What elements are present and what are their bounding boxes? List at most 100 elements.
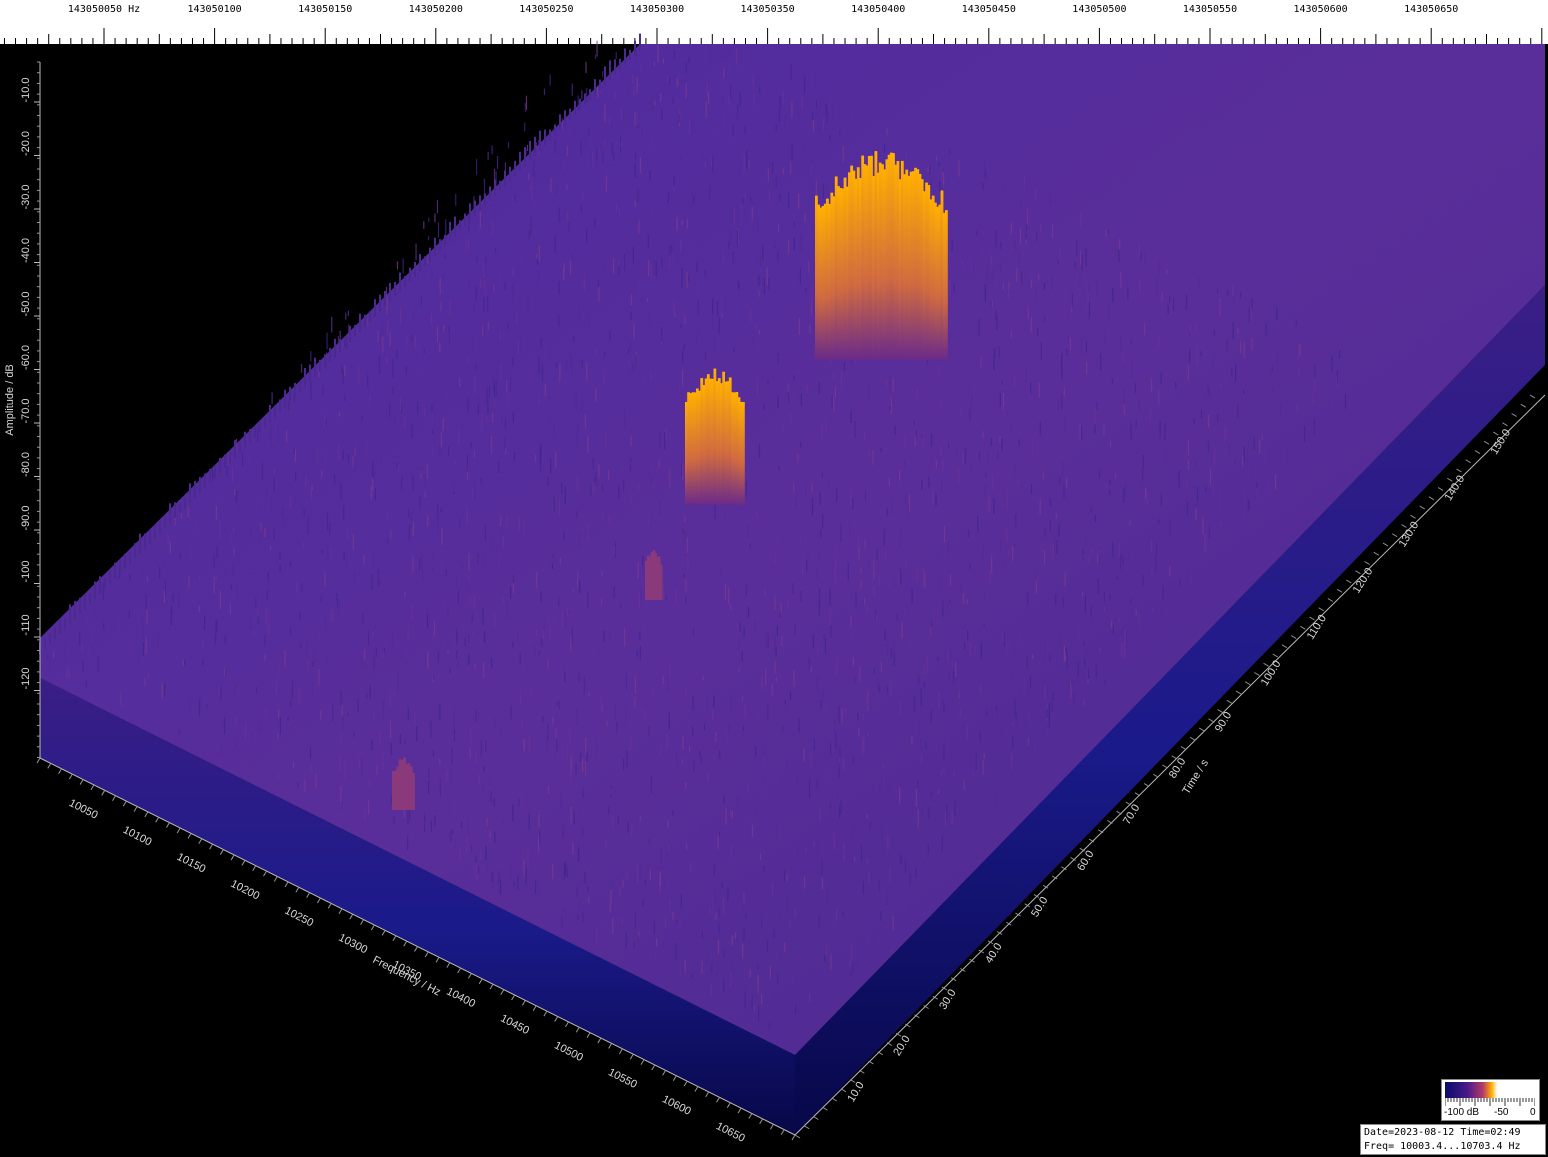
freq-minor-tick — [327, 903, 332, 909]
time-minor-tick — [1290, 635, 1297, 639]
time-minor-tick — [1235, 690, 1242, 695]
time-tick-label: 60.0 — [1075, 849, 1097, 874]
freq-minor-tick — [392, 935, 397, 941]
freq-minor-tick — [273, 876, 278, 882]
time-minor-tick — [1511, 413, 1517, 417]
freq-minor-tick — [122, 800, 127, 807]
time-minor-tick — [822, 1106, 828, 1111]
freq-minor-tick — [198, 838, 203, 845]
amp-tick-label: -60.0 — [20, 345, 32, 370]
time-tick-label: 110.0 — [1305, 613, 1329, 642]
time-minor-tick — [803, 1125, 810, 1130]
time-tick-label: 80.0 — [1167, 756, 1189, 781]
time-minor-tick — [1208, 718, 1214, 723]
time-minor-tick — [1327, 598, 1334, 602]
ruler-label: 143050450 — [962, 4, 1016, 15]
freq-tick-label: 10200 — [229, 878, 262, 903]
freq-minor-tick — [586, 1032, 591, 1038]
freq-minor-tick — [370, 924, 375, 931]
legend-mid-label: -50 — [1494, 1107, 1509, 1118]
time-minor-tick — [1318, 607, 1324, 612]
time-minor-tick — [1456, 468, 1462, 473]
time-minor-tick — [859, 1069, 865, 1074]
time-tick-label: 130.0 — [1397, 520, 1422, 550]
time-minor-tick — [1437, 487, 1444, 491]
freq-minor-tick — [748, 1113, 753, 1119]
color-scale-ticks — [1445, 1098, 1535, 1106]
peak-bar — [742, 402, 745, 505]
freq-minor-tick — [112, 795, 116, 801]
ruler-label: 143050350 — [741, 4, 795, 15]
freq-minor-tick — [457, 967, 462, 974]
freq-minor-tick — [165, 822, 170, 828]
freq-tick-label: 10450 — [498, 1013, 531, 1038]
ruler-label: 143050200 — [409, 4, 463, 15]
time-minor-tick — [1116, 810, 1122, 815]
freq-minor-tick — [737, 1107, 742, 1114]
freq-minor-tick — [769, 1123, 774, 1130]
freq-minor-tick — [618, 1048, 623, 1055]
time-tick-label: 90.0 — [1213, 710, 1235, 735]
time-minor-tick — [1410, 514, 1416, 519]
freq-tick-label: 10500 — [552, 1039, 585, 1064]
ruler-label: 143050300 — [630, 4, 684, 15]
time-minor-tick — [813, 1116, 819, 1120]
time-minor-tick — [1189, 736, 1196, 741]
freq-minor-tick — [252, 865, 257, 871]
freq-minor-tick — [780, 1129, 785, 1135]
freq-minor-tick — [532, 1005, 537, 1012]
time-minor-tick — [1364, 561, 1370, 565]
freq-minor-tick — [597, 1037, 602, 1044]
freq-minor-tick — [316, 897, 321, 904]
ruler-label: 143050250 — [519, 4, 573, 15]
color-scale-bar — [1445, 1082, 1535, 1098]
freq-minor-tick — [187, 833, 192, 839]
freq-minor-tick — [381, 930, 386, 936]
ruler-label: 143050650 — [1404, 4, 1458, 15]
time-minor-tick — [1520, 403, 1527, 408]
freq-tick-label: 10650 — [714, 1120, 747, 1145]
amp-tick-label: -50.0 — [20, 291, 32, 316]
legend-max-label: 0 — [1530, 1107, 1536, 1118]
freq-minor-tick — [565, 1021, 569, 1028]
time-minor-tick — [1419, 505, 1426, 510]
freq-minor-tick — [511, 994, 516, 1001]
time-minor-tick — [1474, 450, 1481, 454]
amp-tick-label: -110 — [20, 614, 32, 635]
freq-minor-tick — [629, 1053, 634, 1060]
amp-axis-title: Amplitude / dB — [4, 364, 16, 436]
legend-min-label: -100 dB — [1444, 1107, 1480, 1118]
peak-bar — [660, 564, 663, 600]
freq-minor-tick — [403, 940, 408, 947]
freq-tick-label: 10100 — [121, 824, 154, 849]
ruler-label: 143050550 — [1183, 4, 1237, 15]
freq-minor-tick — [705, 1091, 710, 1098]
ruler-label: 143050150 — [298, 4, 352, 15]
freq-minor-tick — [500, 989, 505, 995]
time-minor-tick — [1336, 588, 1343, 593]
freq-tick-label: 10150 — [175, 851, 208, 876]
amp-tick-label: -70.0 — [20, 398, 32, 423]
ruler-label: 143050100 — [188, 4, 242, 15]
time-minor-tick — [1226, 699, 1233, 704]
info-date-time: Date=2023-08-12 Time=02:49 — [1364, 1127, 1521, 1138]
freq-minor-tick — [489, 983, 494, 990]
time-tick-label: 150.0 — [1488, 427, 1513, 457]
time-tick-label: 10.0 — [845, 1080, 867, 1105]
freq-minor-tick — [209, 843, 214, 850]
freq-minor-tick — [414, 946, 418, 952]
surface-group — [39, 33, 1545, 1135]
freq-minor-tick — [90, 784, 95, 791]
freq-tick-label: 10600 — [660, 1093, 693, 1118]
time-minor-tick — [1391, 533, 1398, 538]
time-minor-tick — [1465, 459, 1471, 464]
freq-minor-tick — [424, 951, 429, 958]
freq-minor-tick — [791, 1134, 796, 1141]
freq-minor-tick — [241, 860, 246, 866]
time-minor-tick — [1198, 727, 1205, 732]
freq-minor-tick — [651, 1064, 656, 1071]
amplitude-axis: -10.0 -20.0 -30.0 -40.0 -50.0 -60.0 -70.0 -80.0… — [4, 61, 41, 758]
freq-minor-tick — [68, 773, 73, 780]
color-scale-legend: -100 dB -50 0 — [1441, 1079, 1540, 1121]
freq-minor-tick — [284, 881, 289, 888]
